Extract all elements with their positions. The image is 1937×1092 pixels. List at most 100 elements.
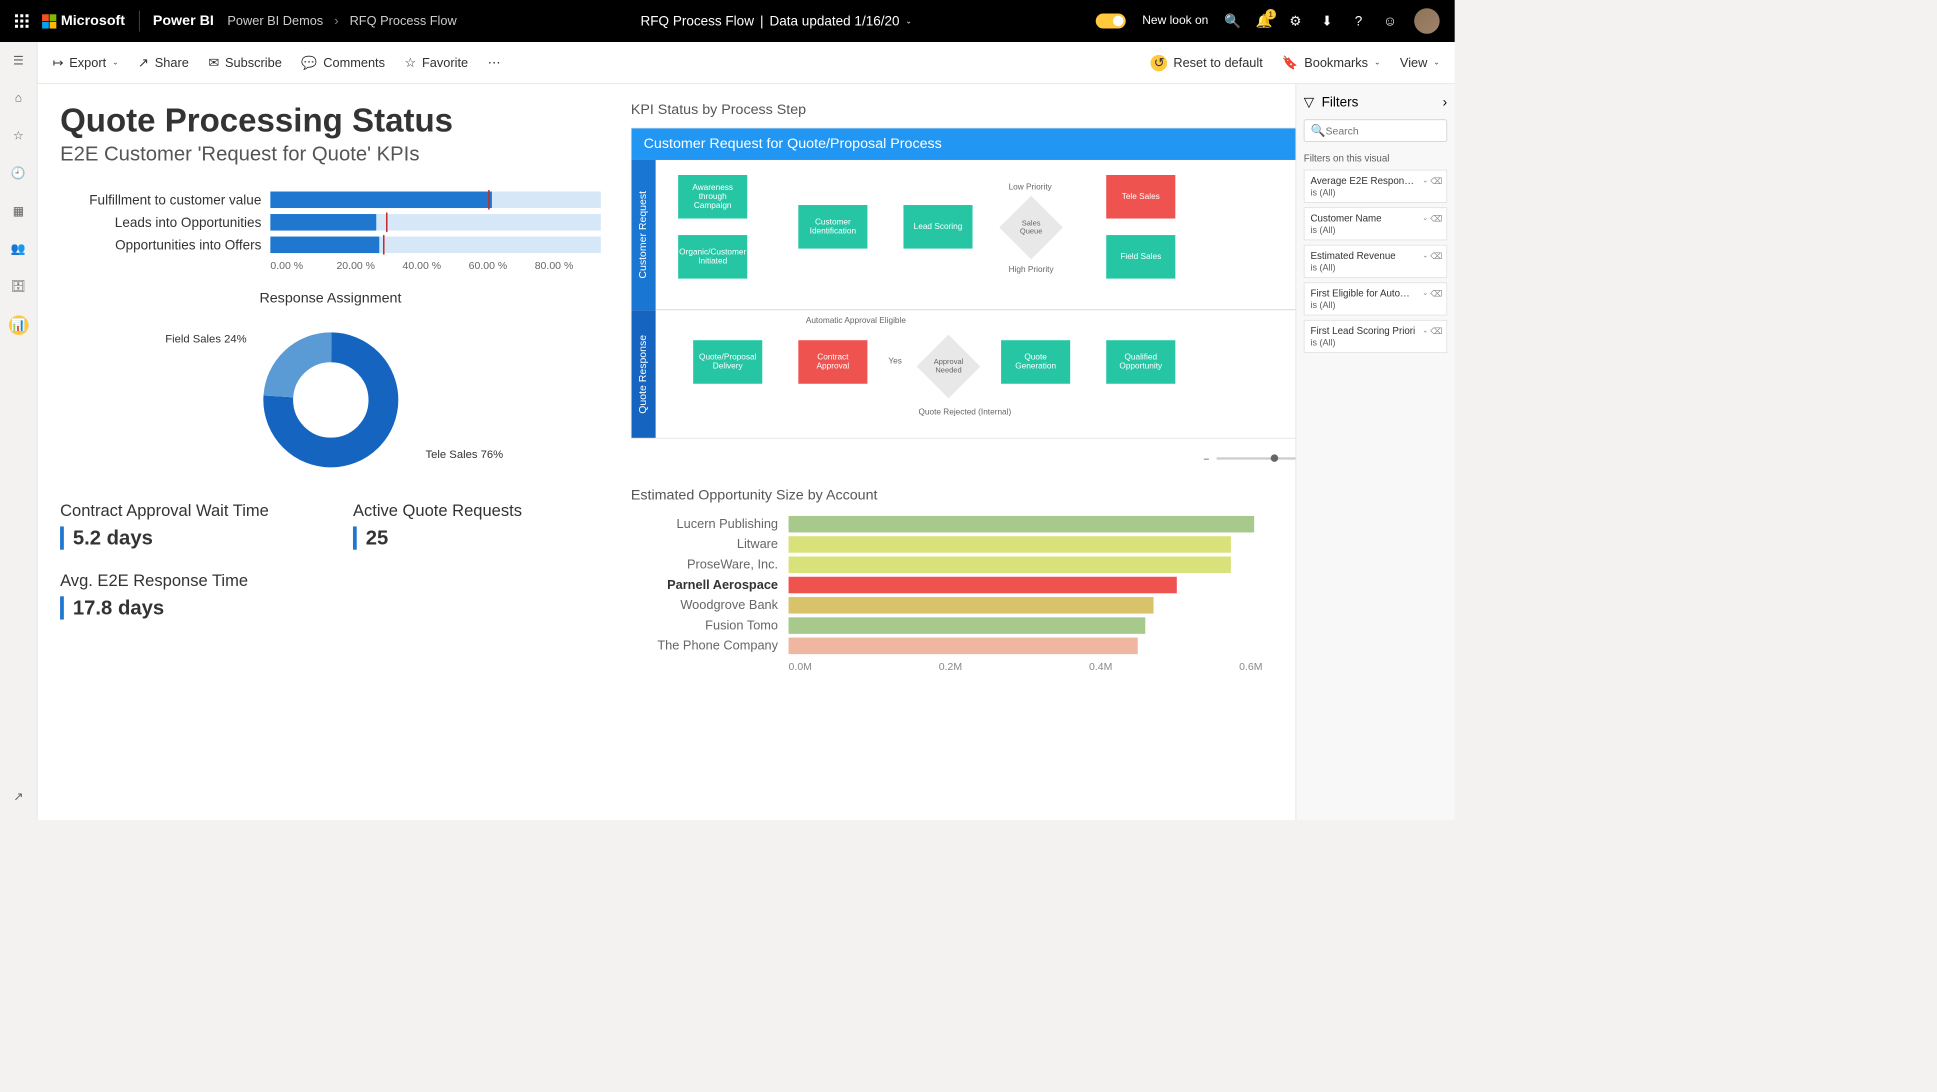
notifications-icon[interactable]: 🔔1 xyxy=(1256,14,1271,29)
flow-node[interactable]: Organic/Customer Initiated xyxy=(678,235,747,279)
kpi-bullet-chart[interactable]: Fulfillment to customer value Leads into… xyxy=(60,192,601,272)
kpi-value: 5.2 days xyxy=(60,526,308,549)
report-title: Quote Processing Status xyxy=(60,102,601,140)
more-button[interactable]: ⋯ xyxy=(488,55,501,70)
bar-label: ProseWare, Inc. xyxy=(631,557,789,572)
filter-value: is (All) xyxy=(1310,337,1335,348)
zoom-out-button[interactable]: − xyxy=(1203,452,1209,464)
clear-filter-icon[interactable]: ⌫ xyxy=(1430,289,1442,299)
donut-chart[interactable]: Field Sales 24% Tele Sales 76% xyxy=(60,313,601,486)
filter-card[interactable]: First Lead Scoring Prioriis (All)⌄⌫ xyxy=(1304,320,1447,353)
report-canvas: Quote Processing Status E2E Customer 'Re… xyxy=(38,84,1296,820)
expand-icon[interactable]: ↗ xyxy=(10,789,27,806)
flow-node[interactable]: Lead Scoring xyxy=(903,205,972,249)
chevron-right-icon: › xyxy=(334,14,338,28)
recent-icon[interactable]: 🕘 xyxy=(10,165,27,182)
clear-filter-icon[interactable]: ⌫ xyxy=(1430,176,1442,186)
favorite-button[interactable]: ☆Favorite xyxy=(405,55,469,70)
swimlane-label: Customer Request xyxy=(632,160,656,310)
new-look-toggle[interactable] xyxy=(1096,14,1126,29)
process-flow-visual[interactable]: Customer Request for Quote/Proposal Proc… xyxy=(631,128,1296,439)
chevron-down-icon[interactable]: ⌄ xyxy=(1422,252,1428,260)
bar-label: Lucern Publishing xyxy=(631,517,789,532)
apps-icon[interactable]: ▦ xyxy=(10,203,27,220)
flow-node[interactable]: Quote/Proposal Delivery xyxy=(693,340,762,384)
filter-card[interactable]: Estimated Revenueis (All)⌄⌫ xyxy=(1304,245,1447,278)
search-input[interactable] xyxy=(1325,125,1440,137)
x-axis: 0.00 %20.00 %40.00 %60.00 %80.00 % xyxy=(270,259,600,271)
home-icon[interactable]: ⌂ xyxy=(10,90,27,107)
flow-edge-label: High Priority xyxy=(1009,265,1054,274)
search-icon[interactable]: 🔍 xyxy=(1225,14,1240,29)
flow-node[interactable]: Tele Sales xyxy=(1106,175,1175,219)
filter-card[interactable]: Average E2E Response Tis (All)⌄⌫ xyxy=(1304,170,1447,203)
filter-name: Customer Name xyxy=(1310,213,1415,224)
filter-value: is (All) xyxy=(1310,187,1335,198)
breadcrumb-item[interactable]: Power BI Demos xyxy=(227,14,323,28)
clear-filter-icon[interactable]: ⌫ xyxy=(1430,252,1442,262)
brand-label: Microsoft xyxy=(61,13,125,30)
filter-card[interactable]: First Eligible for Automatis (All)⌄⌫ xyxy=(1304,282,1447,315)
flow-node[interactable]: Quote Generation xyxy=(1001,340,1070,384)
search-icon: 🔍 xyxy=(1310,123,1325,138)
app-launcher-icon[interactable] xyxy=(15,14,29,28)
chevron-down-icon[interactable]: ⌄ xyxy=(1422,214,1428,222)
export-button[interactable]: ↦Export⌄ xyxy=(53,55,119,70)
clear-filter-icon[interactable]: ⌫ xyxy=(1430,327,1442,337)
current-report-icon[interactable]: 📊 xyxy=(9,315,29,335)
settings-icon[interactable]: ⚙ xyxy=(1288,14,1303,29)
bookmarks-button[interactable]: 🔖Bookmarks⌄ xyxy=(1282,54,1380,71)
subscribe-button[interactable]: ✉Subscribe xyxy=(208,55,281,70)
filters-header: ▽ Filters › xyxy=(1304,95,1447,111)
comment-icon: 💬 xyxy=(301,55,317,70)
flow-node[interactable]: Contract Approval xyxy=(798,340,867,384)
kpi-value: 17.8 days xyxy=(60,596,601,619)
kpi-card: Active Quote Requests 25 xyxy=(353,501,601,550)
feedback-icon[interactable]: ☺ xyxy=(1383,14,1398,29)
opportunity-bar-chart[interactable]: Lucern PublishingLitwareProseWare, Inc.P… xyxy=(631,516,1296,672)
shared-icon[interactable]: 👥 xyxy=(10,240,27,257)
flow-decision[interactable]: Approval Needed xyxy=(917,335,981,399)
main-area: Quote Processing Status E2E Customer 'Re… xyxy=(38,84,1455,820)
avatar[interactable] xyxy=(1414,8,1440,34)
left-nav: ☰ ⌂ ☆ 🕘 ▦ 👥 🗄 📊 ↗ xyxy=(0,42,38,820)
bar xyxy=(789,556,1231,573)
menu-icon[interactable]: ☰ xyxy=(10,53,27,70)
flow-node[interactable]: Awareness through Campaign xyxy=(678,175,747,219)
chevron-down-icon[interactable]: ⌄ xyxy=(1422,289,1428,297)
zoom-slider[interactable] xyxy=(1217,457,1296,459)
bookmark-icon: 🔖 xyxy=(1282,55,1298,70)
breadcrumb-item[interactable]: RFQ Process Flow xyxy=(350,14,457,28)
donut-label: Tele Sales 76% xyxy=(426,448,504,461)
notification-badge: 1 xyxy=(1265,9,1276,20)
section-title: KPI Status by Process Step xyxy=(631,102,1296,119)
workspaces-icon[interactable]: 🗄 xyxy=(10,278,27,295)
collapse-icon[interactable]: › xyxy=(1443,95,1448,111)
product-label[interactable]: Power BI xyxy=(153,13,214,30)
view-button[interactable]: View⌄ xyxy=(1400,54,1440,71)
flow-decision[interactable]: Sales Queue xyxy=(999,196,1063,260)
report-subtitle: E2E Customer 'Request for Quote' KPIs xyxy=(60,143,601,166)
kpi-title: Active Quote Requests xyxy=(353,501,601,521)
donut-title: Response Assignment xyxy=(60,291,601,308)
download-icon[interactable]: ⬇ xyxy=(1319,14,1334,29)
clear-filter-icon[interactable]: ⌫ xyxy=(1430,214,1442,224)
flow-node[interactable]: Field Sales xyxy=(1106,235,1175,279)
flow-node[interactable]: Qualified Opportunity xyxy=(1106,340,1175,384)
comments-button[interactable]: 💬Comments xyxy=(301,55,385,70)
chevron-down-icon[interactable]: ⌄ xyxy=(1422,327,1428,335)
filter-search[interactable]: 🔍 xyxy=(1304,119,1447,142)
top-bar: Microsoft Power BI Power BI Demos › RFQ … xyxy=(0,0,1455,42)
help-icon[interactable]: ? xyxy=(1351,14,1366,29)
reset-button[interactable]: ↺Reset to default xyxy=(1151,54,1263,71)
share-button[interactable]: ↗Share xyxy=(138,55,189,70)
reset-icon: ↺ xyxy=(1151,54,1168,71)
chevron-down-icon[interactable]: ⌄ xyxy=(1422,176,1428,184)
bar-label: Litware xyxy=(631,537,789,552)
filter-card[interactable]: Customer Nameis (All)⌄⌫ xyxy=(1304,207,1447,240)
favorites-icon[interactable]: ☆ xyxy=(10,128,27,145)
export-icon: ↦ xyxy=(53,55,64,70)
microsoft-logo: Microsoft xyxy=(42,13,125,30)
flow-node[interactable]: Customer Identification xyxy=(798,205,867,249)
page-title-dropdown[interactable]: RFQ Process Flow | Data updated 1/16/20 … xyxy=(641,13,912,29)
